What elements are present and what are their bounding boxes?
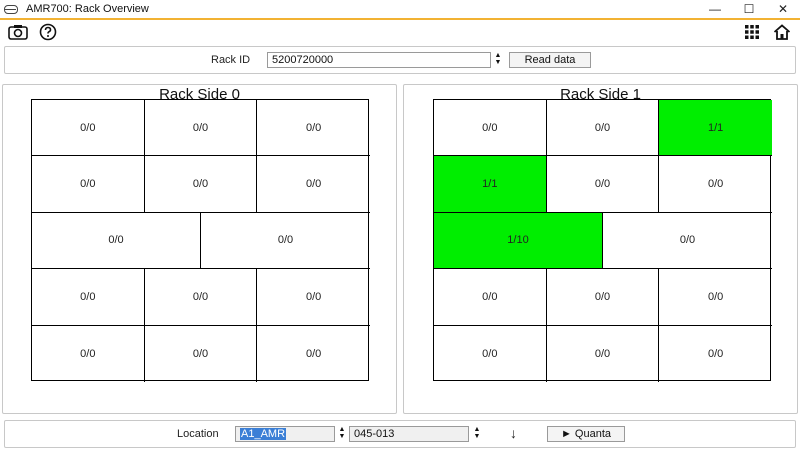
rack-cell[interactable]: 0/0	[434, 100, 547, 157]
rack-cell[interactable]: 0/0	[659, 156, 772, 213]
location-input[interactable]: A1_AMR	[235, 426, 335, 442]
rack-side-0-panel: Rack Side 0 0/0 0/0 0/0 0/0 0/0 0/0 0/0 0/0 0/0 0…	[2, 84, 397, 414]
rack-cell[interactable]: 0/0	[257, 326, 370, 382]
rack-cell[interactable]: 0/0	[603, 213, 772, 270]
location-value: A1_AMR	[240, 428, 287, 440]
rack-cell[interactable]: 0/0	[434, 325, 547, 382]
close-button[interactable]: ✕	[766, 0, 800, 18]
rack-cell[interactable]: 0/0	[32, 325, 145, 382]
rack-cell[interactable]: 0/0	[32, 212, 201, 270]
camera-icon[interactable]	[8, 23, 28, 41]
rack-cell[interactable]: 1/1	[659, 100, 772, 157]
rack-cell[interactable]: 0/0	[145, 325, 258, 382]
location-panel: Location A1_AMR ▲ ▼ 045-013 ▲ ▼ ↓ ► Quanta	[4, 420, 796, 448]
location-spinner[interactable]: ▲ ▼	[337, 426, 347, 442]
rack-side-0-grid: 0/0 0/0 0/0 0/0 0/0 0/0 0/0 0/0 0/0 0/0 0/0 0/0 0/0 0…	[31, 99, 370, 382]
rack-cell[interactable]: 0/0	[32, 156, 145, 213]
rack-cell[interactable]: 0/0	[144, 100, 258, 157]
rack-cell[interactable]: 0/0	[546, 156, 660, 213]
title-bar: AMR700: Rack Overview — ☐ ✕	[0, 0, 800, 18]
rack-id-label: Rack ID	[211, 54, 251, 66]
app-icon	[4, 4, 18, 14]
rack-cell[interactable]: 0/0	[659, 326, 772, 382]
quanta-button[interactable]: ► Quanta	[547, 426, 625, 442]
rack-id-spinner[interactable]: ▲ ▼	[493, 52, 503, 68]
location-label: Location	[177, 428, 219, 440]
rack-cell[interactable]: 0/0	[144, 156, 258, 213]
rack-id-panel: Rack ID 5200720000 ▲ ▼ Read data	[4, 46, 796, 74]
toolbar	[0, 20, 800, 44]
rack-cell[interactable]: 0/0	[257, 100, 370, 157]
rack-cell[interactable]: 0/0	[32, 269, 145, 326]
rack-side-1-grid: 0/0 0/0 1/1 1/1 0/0 0/0 1/10 0/0 0/0 0/0 0/0 0/0 0/0…	[433, 99, 772, 382]
read-data-button[interactable]: Read data	[509, 52, 591, 68]
rack-id-input[interactable]: 5200720000	[267, 52, 491, 68]
rack-cell[interactable]: 0/0	[257, 156, 370, 213]
grid-menu-icon[interactable]	[742, 23, 762, 41]
rack-cell[interactable]: 0/0	[659, 269, 772, 326]
location-code-field[interactable]: 045-013	[349, 426, 469, 442]
rack-cell[interactable]: 0/0	[546, 269, 660, 326]
maximize-button[interactable]: ☐	[732, 0, 766, 18]
home-icon[interactable]	[772, 23, 792, 41]
rack-cell[interactable]: 1/10	[434, 212, 603, 270]
window-title: AMR700: Rack Overview	[26, 3, 149, 15]
location-code-spinner[interactable]: ▲ ▼	[472, 426, 482, 442]
rack-cell[interactable]: 0/0	[144, 269, 258, 326]
download-arrow-icon[interactable]: ↓	[510, 425, 517, 441]
rack-cell[interactable]: 0/0	[32, 100, 145, 157]
rack-cell[interactable]: 0/0	[201, 213, 370, 270]
help-icon[interactable]	[38, 23, 58, 41]
rack-side-1-panel: Rack Side 1 0/0 0/0 1/1 1/1 0/0 0/0 1/10 0/0 0/0…	[403, 84, 798, 414]
rack-cell[interactable]: 0/0	[434, 269, 547, 326]
rack-cell[interactable]: 1/1	[434, 156, 547, 213]
rack-cell[interactable]: 0/0	[546, 100, 660, 157]
window-controls: — ☐ ✕	[698, 0, 800, 18]
minimize-button[interactable]: —	[698, 0, 732, 18]
rack-cell[interactable]: 0/0	[547, 325, 660, 382]
rack-cell[interactable]: 0/0	[257, 269, 370, 326]
